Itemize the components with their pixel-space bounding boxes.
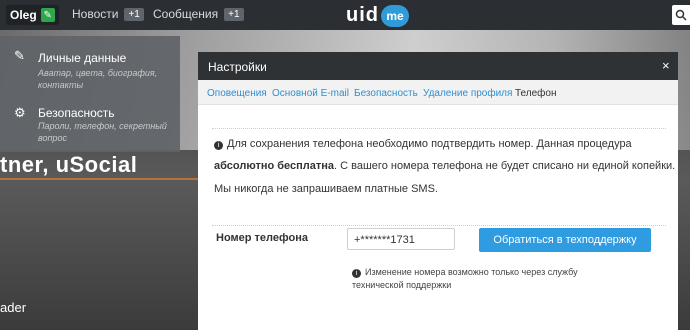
user-dropdown-menu: ✎ Личные данные Аватар, цвета, биография… [0, 36, 180, 152]
modal-title: Настройки [208, 60, 267, 74]
support-button[interactable]: Обратиться в техподдержку [479, 228, 651, 252]
dropdown-item-title: Безопасность [38, 106, 115, 120]
top-bar: Oleg ✎ Новости +1 Сообщения +1 uid me [0, 0, 690, 30]
gear-icon: ⚙ [14, 105, 26, 120]
phone-input[interactable]: +*******1731 [347, 228, 455, 250]
dropdown-item-security[interactable]: ⚙ Безопасность Пароли, телефон, секретны… [0, 100, 180, 148]
pencil-icon[interactable]: ✎ [40, 8, 55, 22]
phone-label: Номер телефона [216, 232, 308, 244]
nav-messages[interactable]: Сообщения +1 [153, 7, 244, 21]
background-bottom-text: ader [0, 300, 27, 315]
info-icon: i [352, 269, 361, 278]
settings-modal: Настройки × Оповещения Основной E-mail Б… [198, 52, 678, 330]
logo-text: uid [346, 4, 379, 26]
info-line-3: Мы никогда не запрашиваем платные SMS. [214, 183, 438, 195]
dropdown-item-personal-data[interactable]: ✎ Личные данные Аватар, цвета, биография… [0, 42, 180, 90]
tab-notifications[interactable]: Оповещения [207, 88, 267, 99]
settings-tabs: Оповещения Основной E-mail Безопасность … [198, 80, 678, 105]
info-line-2-bold: абсолютно бесплатна [214, 160, 335, 172]
dropdown-item-title: Личные данные [38, 51, 127, 65]
dropdown-item-subtitle: Аватар, цвета, биография, контакты [38, 68, 158, 90]
nav-messages-count: +1 [224, 7, 244, 21]
user-name: Oleg [10, 8, 37, 22]
tab-delete-profile[interactable]: Удаление профиля [423, 88, 512, 99]
tab-main-email[interactable]: Основной E-mail [272, 88, 349, 99]
nav-news-count: +1 [124, 7, 144, 21]
info-line-2-rest: . С вашего номера телефона не будет спис… [334, 160, 676, 172]
close-icon[interactable]: × [662, 58, 670, 73]
info-icon: i [214, 141, 223, 150]
nav-news-label: Новости [72, 7, 119, 21]
phone-change-note: i Изменение номера возможно только через … [352, 267, 578, 290]
tab-phone[interactable]: Телефон [515, 88, 556, 99]
watermark: esCode.Ru [604, 308, 667, 322]
info-line-2: абсолютно бесплатна. С вашего номера тел… [214, 160, 675, 172]
tab-security[interactable]: Безопасность [354, 88, 418, 99]
dropdown-item-subtitle: Пароли, телефон, секретный вопрос [38, 121, 167, 143]
background-hero-text: tner, uSocial [0, 152, 138, 177]
info-line-1: i Для сохранения телефона необходимо подт… [214, 138, 632, 150]
user-menu-button[interactable]: Oleg ✎ [6, 5, 59, 25]
nav-messages-label: Сообщения [153, 7, 219, 21]
search-button[interactable] [672, 5, 690, 25]
logo-badge: me [381, 4, 409, 27]
background-accent-line [0, 178, 200, 180]
pencil-icon: ✎ [14, 48, 25, 63]
search-icon [675, 9, 687, 21]
modal-header: Настройки × [198, 52, 678, 80]
site-logo[interactable]: uid me [346, 4, 409, 27]
nav-news[interactable]: Новости +1 [72, 7, 144, 21]
